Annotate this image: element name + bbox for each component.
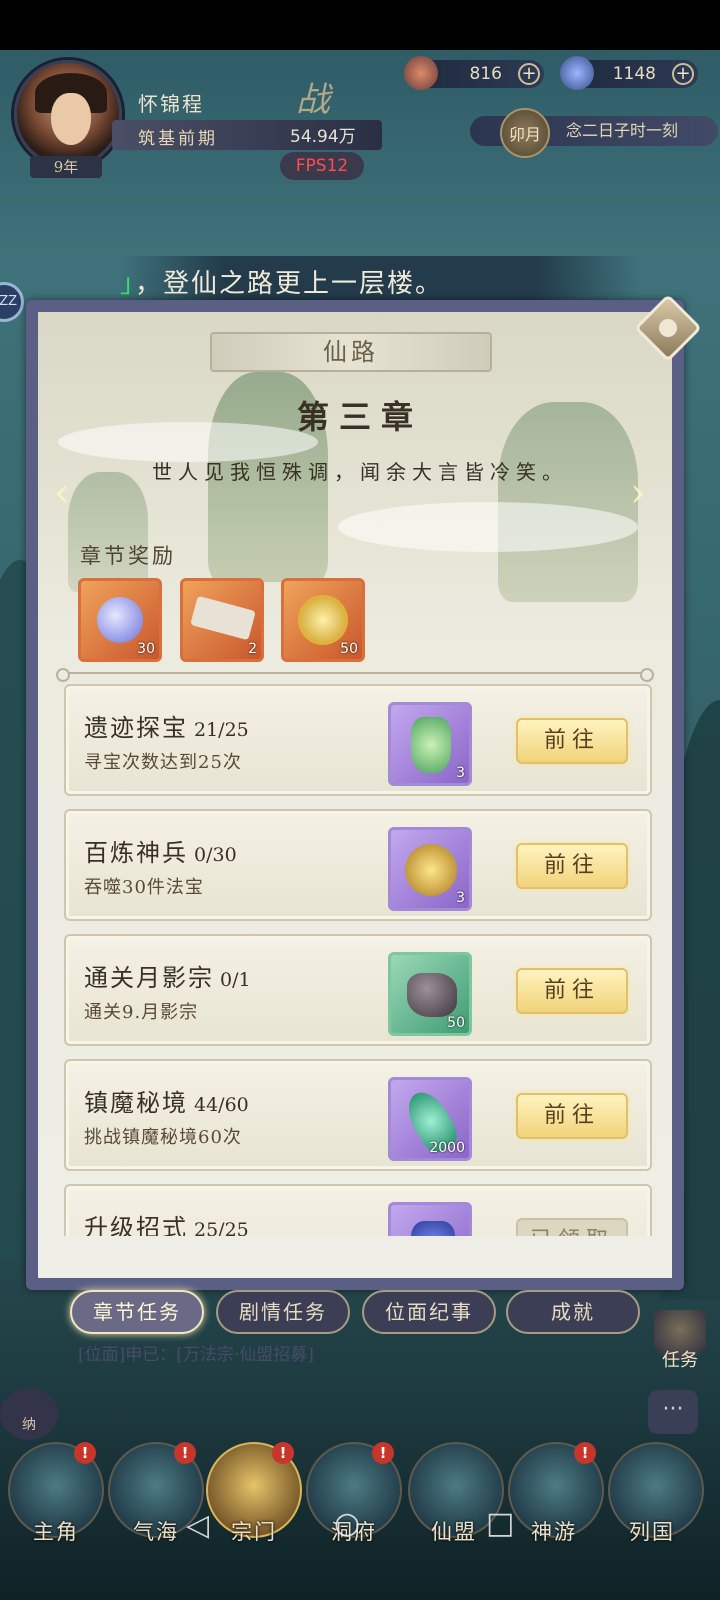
player-name: 怀锦程 bbox=[138, 92, 204, 116]
tab-plane-chronicle[interactable]: 位面纪事 bbox=[362, 1290, 496, 1334]
item-count: 3 bbox=[456, 890, 465, 906]
combat-power: 54.94万 bbox=[290, 127, 356, 147]
task-row: 升级招式25/25 已领取 bbox=[64, 1184, 652, 1236]
jade-value: 1148 bbox=[612, 64, 656, 84]
system-nav-bar: ◁ ○ □ bbox=[0, 1490, 720, 1560]
item-count: 50 bbox=[447, 1015, 465, 1031]
task-shortcut[interactable]: 任务 bbox=[654, 1310, 706, 1376]
top-hud: 9年 怀锦程 筑基前期 战 54.94万 FPS12 816 + 1148 + … bbox=[0, 50, 720, 190]
claimed-button: 已领取 bbox=[516, 1218, 628, 1236]
add-jade-button[interactable]: + bbox=[672, 63, 694, 85]
reward-count: 30 bbox=[137, 641, 155, 657]
task-row: 遗迹探宝 21/25 寻宝次数达到25次 3 前往 bbox=[64, 684, 652, 796]
task-progress: 44/60 bbox=[194, 1094, 249, 1116]
world-feed[interactable]: [位面]申已：[万法宗·仙盟招募] bbox=[78, 1340, 314, 1365]
panel-title: 仙路 bbox=[210, 332, 492, 372]
banner-quote-mark: 」 bbox=[120, 269, 136, 299]
task-reward-item[interactable]: 2000 bbox=[388, 1077, 472, 1161]
task-progress: 0/30 bbox=[194, 844, 237, 866]
resource-jade: 1148 + bbox=[560, 56, 698, 90]
back-icon[interactable]: ◁ bbox=[186, 1508, 209, 1543]
chat-icon[interactable]: ··· bbox=[648, 1390, 698, 1434]
jade-token-icon bbox=[411, 717, 451, 773]
reward-label: 章节奖励 bbox=[80, 544, 176, 568]
task-desc: 吞噬30件法宝 bbox=[84, 877, 204, 898]
recent-apps-icon[interactable]: □ bbox=[486, 1506, 514, 1541]
task-row: 通关月影宗 0/1 通关9.月影宗 50 前往 bbox=[64, 934, 652, 1046]
alert-badge: ! bbox=[574, 1442, 596, 1464]
prev-chapter-icon[interactable]: ‹ bbox=[54, 470, 80, 516]
task-name: 升级招式 25/25 bbox=[84, 1208, 249, 1236]
task-shortcut-label: 任务 bbox=[662, 1350, 698, 1371]
task-list[interactable]: 遗迹探宝 21/25 寻宝次数达到25次 3 前往 百炼神兵 0/30 吞噬30件法… bbox=[64, 684, 652, 1236]
chapter-title: 第三章 bbox=[296, 398, 423, 436]
chapter-poem: 世人见我恒殊调，闻余大言皆冷笑。 bbox=[152, 460, 568, 484]
scroll-icon bbox=[190, 595, 256, 641]
task-progress: 0/1 bbox=[220, 969, 251, 991]
task-progress: 21/25 bbox=[194, 719, 249, 741]
task-name: 遗迹探宝 21/25 bbox=[84, 714, 249, 742]
avatar-face bbox=[51, 93, 91, 145]
item-count: 2000 bbox=[429, 1140, 465, 1156]
alert-badge: ! bbox=[174, 1442, 196, 1464]
next-chapter-icon[interactable]: › bbox=[630, 470, 656, 516]
spirit-stone-value: 816 bbox=[469, 64, 502, 84]
task-progress: 25/25 bbox=[194, 1219, 249, 1236]
banner-text: ，登仙之路更上一层楼。 bbox=[135, 269, 444, 299]
task-reward-item[interactable] bbox=[388, 1202, 472, 1236]
alert-badge: ! bbox=[74, 1442, 96, 1464]
player-age: 9年 bbox=[30, 156, 102, 178]
reward-count: 2 bbox=[248, 641, 257, 657]
tab-chapter-tasks[interactable]: 章节任务 bbox=[70, 1290, 204, 1334]
calendar-date: 念二日子时一刻 bbox=[566, 121, 679, 140]
bg-cloud bbox=[338, 502, 638, 552]
divider bbox=[56, 668, 654, 682]
alert-badge: ! bbox=[272, 1442, 294, 1464]
combat-power-icon: 战 bbox=[296, 80, 330, 120]
calendar-month: 卯月 bbox=[500, 108, 550, 158]
gold-coin-icon bbox=[298, 595, 348, 645]
add-spirit-stone-button[interactable]: + bbox=[518, 63, 540, 85]
task-desc: 寻宝次数达到25次 bbox=[84, 752, 242, 773]
task-reward-item[interactable]: 50 bbox=[388, 952, 472, 1036]
task-name: 通关月影宗 0/1 bbox=[84, 964, 251, 992]
fps-counter: FPS12 bbox=[280, 152, 364, 180]
tab-achievements[interactable]: 成就 bbox=[506, 1290, 640, 1334]
spirit-stone-icon bbox=[404, 56, 438, 90]
task-name: 镇魔秘境 44/60 bbox=[84, 1089, 249, 1117]
go-button[interactable]: 前往 bbox=[516, 968, 628, 1014]
task-name: 百炼神兵 0/30 bbox=[84, 839, 237, 867]
task-tabs: 章节任务 剧情任务 位面纪事 成就 bbox=[56, 1290, 656, 1336]
task-desc: 通关9.月影宗 bbox=[84, 1002, 199, 1023]
alert-badge: ! bbox=[372, 1442, 394, 1464]
task-row: 镇魔秘境 44/60 挑战镇魔秘境60次 2000 前往 bbox=[64, 1059, 652, 1171]
avatar[interactable] bbox=[14, 60, 122, 168]
player-realm: 筑基前期 bbox=[138, 129, 218, 149]
sleep-icon[interactable]: ZZ bbox=[0, 282, 24, 322]
ore-stone-icon bbox=[407, 973, 457, 1017]
reward-item[interactable]: 2 bbox=[180, 578, 264, 662]
blue-pouch-icon bbox=[411, 1221, 455, 1236]
tab-story-tasks[interactable]: 剧情任务 bbox=[216, 1290, 350, 1334]
golden-beast-icon bbox=[405, 844, 457, 896]
crescent-jade-icon bbox=[97, 597, 143, 643]
game-screen: 9年 怀锦程 筑基前期 战 54.94万 FPS12 816 + 1148 + … bbox=[0, 0, 720, 1600]
task-reward-item[interactable]: 3 bbox=[388, 827, 472, 911]
go-button[interactable]: 前往 bbox=[516, 1093, 628, 1139]
resource-spirit-stone: 816 + bbox=[404, 56, 544, 90]
reward-item[interactable]: 30 bbox=[78, 578, 162, 662]
bg-peak bbox=[68, 472, 148, 592]
home-icon[interactable]: ○ bbox=[334, 1506, 360, 1541]
task-row: 百炼神兵 0/30 吞噬30件法宝 3 前往 bbox=[64, 809, 652, 921]
task-desc: 挑战镇魔秘境60次 bbox=[84, 1127, 242, 1148]
go-button[interactable]: 前往 bbox=[516, 843, 628, 889]
go-button[interactable]: 前往 bbox=[516, 718, 628, 764]
item-count: 3 bbox=[456, 765, 465, 781]
left-side-label: 纳 bbox=[22, 1417, 36, 1433]
task-reward-item[interactable]: 3 bbox=[388, 702, 472, 786]
reward-item[interactable]: 50 bbox=[281, 578, 365, 662]
jade-icon bbox=[560, 56, 594, 90]
reward-count: 50 bbox=[340, 641, 358, 657]
